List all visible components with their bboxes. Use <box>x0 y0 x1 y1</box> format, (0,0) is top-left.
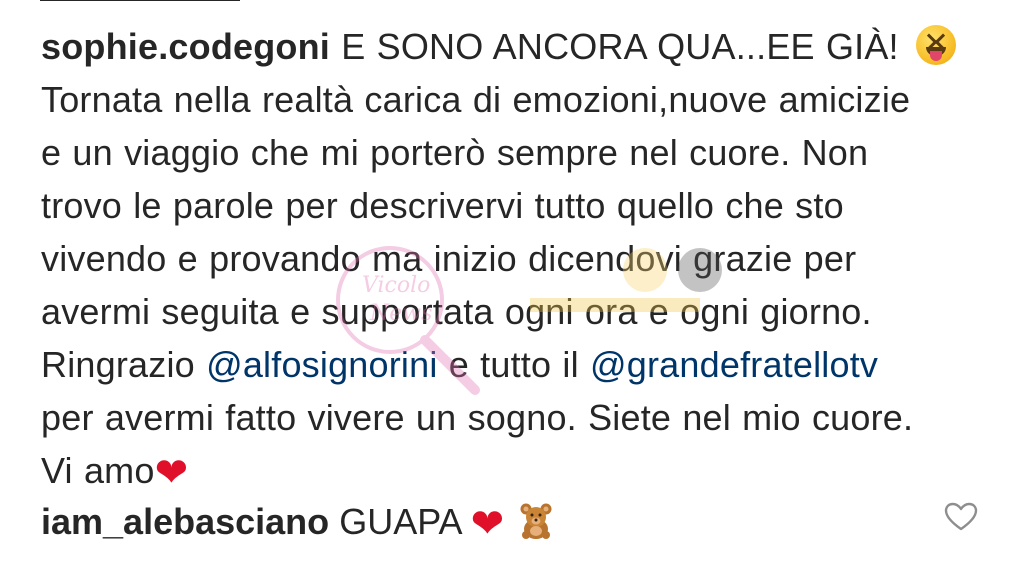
caption-text: Vi amo <box>41 450 155 491</box>
squinting-face-with-tongue-emoji <box>915 25 956 66</box>
comment-text: GUAPA <box>339 501 461 542</box>
red-heart-emoji: ❤ <box>470 501 505 548</box>
caption-text: Ringrazio <box>41 344 195 385</box>
red-heart-emoji: ❤ <box>154 450 189 497</box>
post-username[interactable]: sophie.codegoni <box>41 26 330 67</box>
caption-line-3: e un viaggio che mi porterò sempre nel c… <box>41 132 869 173</box>
heart-outline-icon[interactable] <box>944 502 978 532</box>
mention-link[interactable]: @grandefratellotv <box>590 344 878 385</box>
cropped-previous-text <box>40 0 460 6</box>
caption-line-7: Ringrazio @alfosignorini e tutto il @gra… <box>41 338 1001 391</box>
caption-text: e tutto il <box>448 344 579 385</box>
comment-username[interactable]: iam_alebasciano <box>41 501 329 542</box>
caption-line-9: Vi amo❤ <box>41 444 1001 497</box>
caption-line-4: trovo le parole per descrivervi tutto qu… <box>41 185 844 226</box>
mention-link[interactable]: @alfosignorini <box>206 344 437 385</box>
post-caption: sophie.codegoni E SONO ANCORA QUA...EE G… <box>41 20 1001 497</box>
teddy-bear-emoji <box>518 502 554 540</box>
caption-line-1: sophie.codegoni E SONO ANCORA QUA...EE G… <box>41 20 1001 73</box>
caption-line-8: per avermi fatto vivere un sogno. Siete … <box>41 397 914 438</box>
caption-line-2: Tornata nella realtà carica di emozioni,… <box>41 79 911 120</box>
comment-row: iam_alebasciano GUAPA ❤ <box>41 497 554 547</box>
caption-line-5: vivendo e provando ma inizio dicendovi g… <box>41 238 857 279</box>
caption-text: E SONO ANCORA QUA...EE GIÀ! <box>341 26 899 67</box>
caption-line-6: avermi seguita e supportata ogni ora e o… <box>41 291 872 332</box>
